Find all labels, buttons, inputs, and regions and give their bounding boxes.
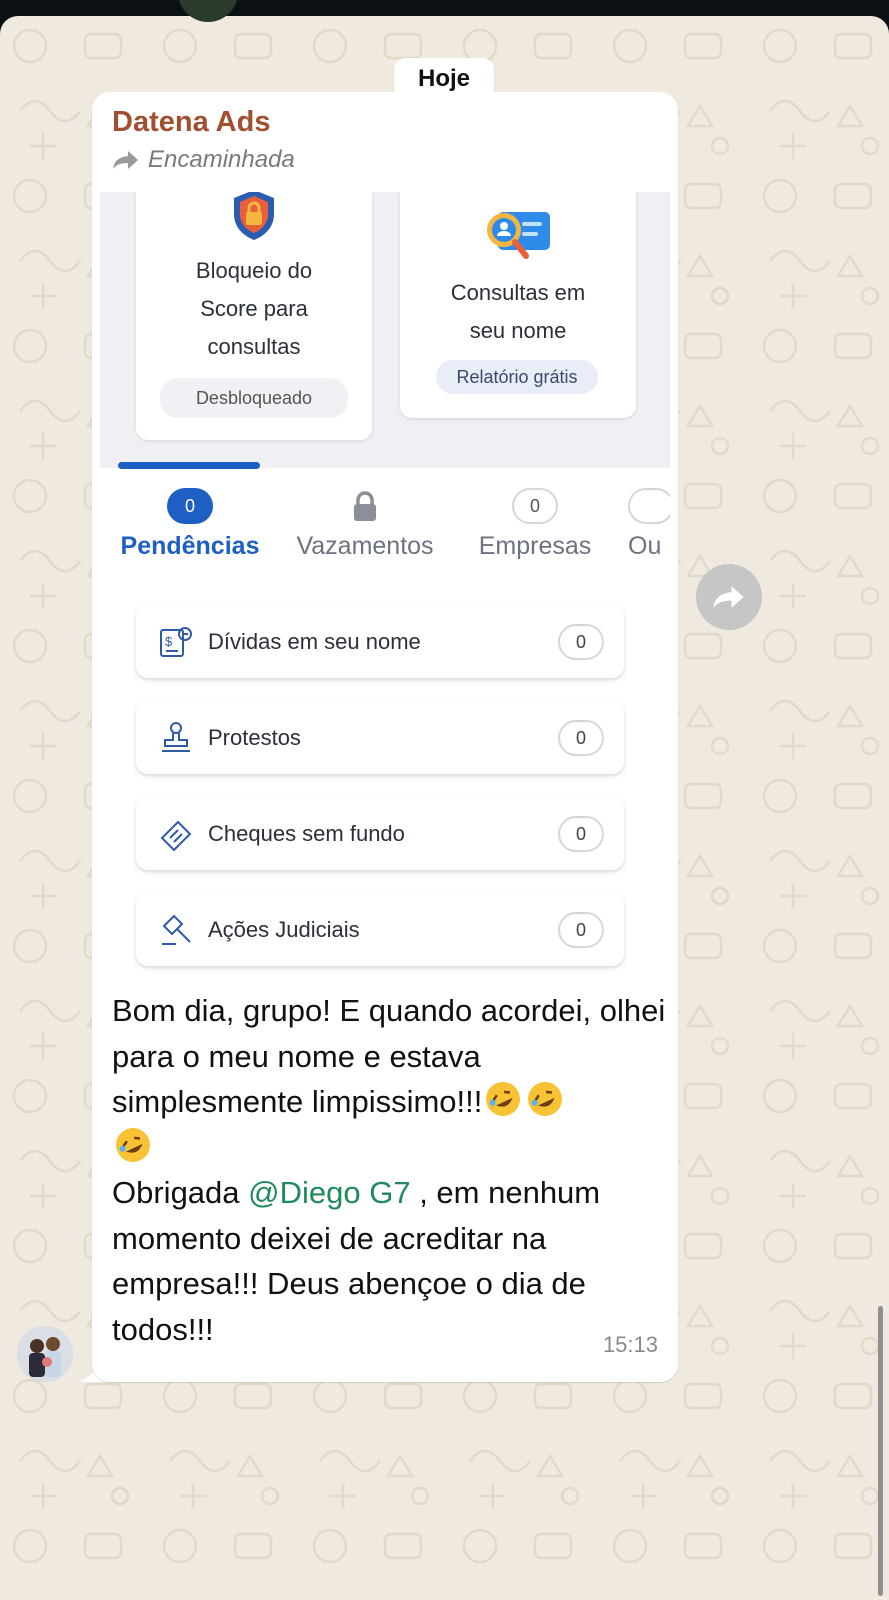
svg-text:$: $ [165,634,173,649]
list-item-acoes[interactable]: Ações Judiciais 0 [136,894,624,966]
forward-button[interactable] [696,564,762,630]
lock-icon [342,488,388,524]
row-label: Dívidas em seu nome [208,629,421,654]
tab-label: Empresas [478,532,592,560]
sender-name[interactable]: Datena Ads [112,106,270,139]
shield-lock-icon [234,192,274,240]
rofl-emoji-icon [528,1082,563,1116]
avatar[interactable] [17,1326,73,1382]
count-badge: 0 [558,720,604,756]
tab-pendencias[interactable]: 0 Pendências [118,488,262,561]
status-pill-desbloqueado: Desbloqueado [160,378,348,418]
card-title-consultas: Consultas em seu nome [450,280,586,343]
message-bubble[interactable]: Datena Ads Encaminhada Bloqueio do Score… [92,92,678,1382]
card-title-score: Bloqueio do Score para consultas [195,258,313,359]
consultas-card: Consultas em seu nome Relatório grátis [400,192,636,418]
tab-label: Ou [628,532,662,560]
message-line-1: Bom dia, grupo! E quando acordei, olhei … [112,993,666,1119]
id-search-icon [487,212,550,259]
tab-badge: 0 [167,488,213,524]
forwarded-screenshot[interactable]: Bloqueio do Score para consultas Desbloq… [100,192,670,1082]
tab-vazamentos[interactable]: Vazamentos [290,488,440,561]
message-text-prefix: Obrigada [112,1175,249,1210]
tab-empresas[interactable]: 0 Empresas [472,488,598,561]
row-label: Protestos [208,725,301,750]
tab-label: Pendências [120,532,260,560]
list-item-cheques[interactable]: Cheques sem fundo 0 [136,798,624,870]
list-item-dividas[interactable]: $ Dívidas em seu nome 0 [136,606,624,678]
debt-icon: $ [156,622,196,662]
rofl-emoji-icon [486,1082,521,1116]
row-label: Cheques sem fundo [208,821,405,846]
tab-outros[interactable]: Ou [628,488,670,561]
stamp-icon [156,718,196,758]
count-badge: 0 [558,624,604,660]
count-badge: 0 [558,912,604,948]
tab-bar: 0 Pendências Vazamentos 0 Empresas Ou [100,488,670,568]
scrollbar[interactable] [878,1306,883,1596]
message-text: Bom dia, grupo! E quando acordei, olhei … [112,988,672,1352]
gavel-icon [156,910,196,950]
status-pill-relatorio: Relatório grátis [436,360,598,394]
row-label: Ações Judiciais [208,917,360,942]
tab-badge [628,488,670,524]
tab-label: Vazamentos [296,532,434,560]
tab-badge: 0 [512,488,558,524]
forwarded-label: Encaminhada [148,146,295,173]
forwarded-indicator: Encaminhada [112,146,295,174]
message-timestamp: 15:13 [602,1332,658,1357]
forward-arrow-icon [113,151,138,169]
rofl-emoji-icon [116,1127,150,1162]
forward-icon [713,586,744,608]
mention-link[interactable]: @Diego G7 [248,1175,410,1210]
score-block-card: Bloqueio do Score para consultas Desbloq… [136,192,372,440]
count-badge: 0 [558,816,604,852]
list-item-protestos[interactable]: Protestos 0 [136,702,624,774]
active-tab-indicator [118,462,260,469]
check-icon [156,814,196,854]
